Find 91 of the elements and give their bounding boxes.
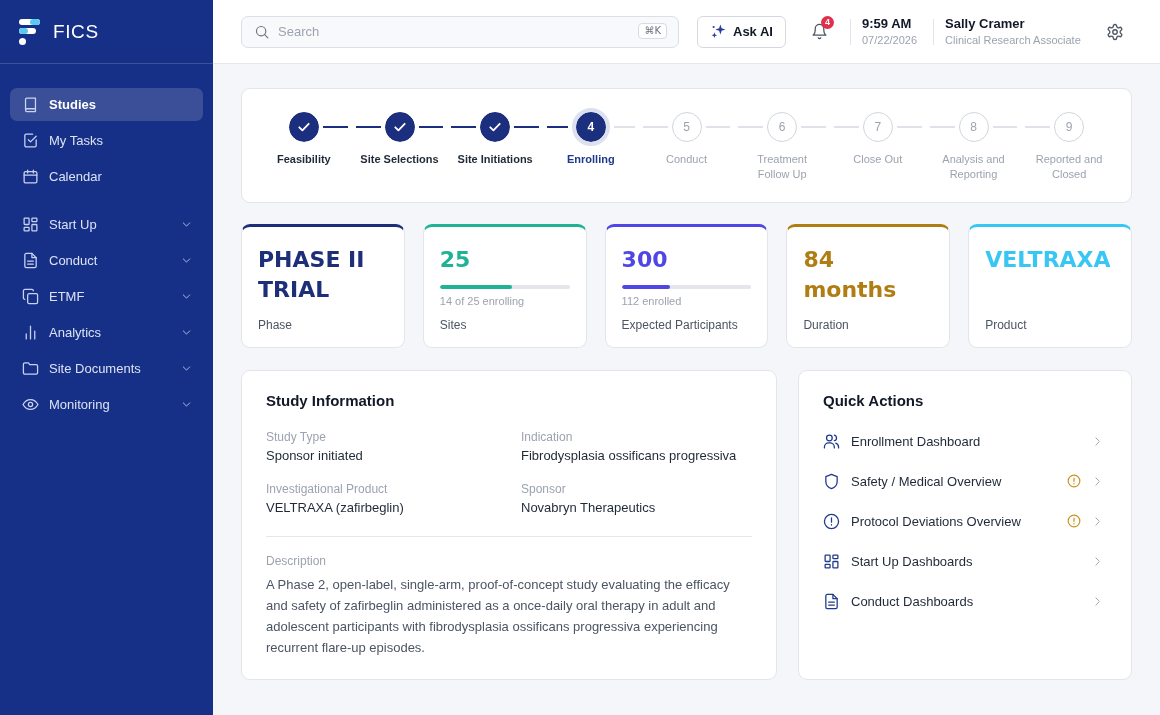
- user-name: Sally Cramer: [945, 15, 1026, 32]
- chevron-down-icon: [181, 327, 192, 338]
- stat-label: Duration: [803, 317, 850, 333]
- people-icon: [823, 432, 840, 450]
- warning-icon: [1067, 474, 1081, 488]
- app-name: FICS: [53, 20, 99, 43]
- card-title: Quick Actions: [823, 391, 925, 411]
- eye-icon: [22, 396, 39, 413]
- copy-icon: [22, 288, 39, 305]
- sidebar-item[interactable]: My Tasks: [10, 124, 203, 157]
- stat-value: VELTRAXA: [985, 246, 1112, 274]
- user-role: Clinical Research Associate: [945, 32, 1081, 48]
- stat-value: 25: [439, 246, 472, 274]
- field-value: Sponsor initiated: [266, 447, 364, 465]
- notification-count: 4: [821, 16, 834, 29]
- step-label: Reported and Closed: [1034, 152, 1104, 182]
- sidebar-item[interactable]: Monitoring: [10, 388, 203, 421]
- field-label: Study Type: [266, 429, 327, 445]
- shield-icon: [823, 472, 840, 490]
- document-icon: [22, 252, 39, 269]
- step-label: Site Initiations: [457, 152, 533, 167]
- step-label: Enrolling: [567, 152, 615, 167]
- field-value: Novabryn Therapeutics: [521, 499, 657, 517]
- stat-label: Sites: [439, 317, 468, 333]
- field-value: VELTRAXA (zafirbeglin): [266, 499, 405, 517]
- checkbox-icon: [22, 132, 39, 149]
- step-number: 4: [571, 108, 610, 146]
- chevron-down-icon: [181, 363, 192, 374]
- sidebar-item[interactable]: Calendar: [10, 160, 203, 193]
- sparkle-icon: [711, 24, 726, 39]
- stat-value: PHASE II TRIAL: [258, 246, 366, 304]
- grid-icon: [22, 216, 39, 233]
- calendar-icon: [22, 168, 39, 185]
- field-label: Investigational Product: [266, 481, 389, 497]
- stat-label: Product: [985, 317, 1028, 333]
- sidebar-item[interactable]: Studies: [10, 88, 203, 121]
- search-icon: [255, 24, 269, 39]
- step-label: Close Out: [853, 152, 903, 167]
- step-number: 5: [671, 112, 702, 142]
- chevron-down-icon: [181, 291, 192, 302]
- chevron-right-icon: [1092, 555, 1103, 567]
- quick-action-link[interactable]: Start Up Dashboards: [823, 541, 1103, 581]
- step-number: 7: [862, 112, 893, 142]
- grid-icon: [823, 552, 840, 570]
- description-text: A Phase 2, open-label, single-arm, proof-of-concept study evaluating the efficacy and safety of zafirbeglin administered as a once-daily oral therapy in adult and adolescent participants with fibrodysplasia ossificans progressiva experiencing recurrent flare-up episodes.: [266, 576, 731, 657]
- step-label: Conduct: [666, 152, 707, 167]
- chevron-down-icon: [181, 399, 192, 410]
- progress-caption: 14 of 25 enrolling: [439, 294, 526, 308]
- sidebar-item[interactable]: Start Up: [10, 208, 203, 241]
- clock-date: 07/22/2026: [862, 32, 918, 48]
- quick-action-link[interactable]: Enrollment Dashboard: [823, 421, 1103, 461]
- field-label: Indication: [521, 429, 574, 445]
- chevron-down-icon: [181, 255, 192, 266]
- bell-icon[interactable]: [811, 23, 828, 40]
- folder-icon: [22, 360, 39, 377]
- quick-action-link[interactable]: Conduct Dashboards: [823, 581, 1103, 621]
- chevron-right-icon: [1092, 435, 1103, 447]
- sidebar-item[interactable]: ETMF: [10, 280, 203, 313]
- settings-icon[interactable]: [1106, 22, 1124, 41]
- logo-icon: [19, 18, 40, 45]
- document-icon: [823, 592, 840, 610]
- stat-label: Phase: [258, 317, 294, 333]
- step-label: Feasibility: [276, 152, 331, 167]
- stat-value: 84 months: [803, 246, 898, 304]
- card-title: Study Information: [266, 391, 396, 411]
- sidebar-item[interactable]: Conduct: [10, 244, 203, 277]
- step-number: 6: [767, 112, 798, 142]
- step-label: Treatment Follow Up: [756, 152, 808, 182]
- field-label: Sponsor: [521, 481, 567, 497]
- step-number: 8: [958, 112, 989, 142]
- field-value: Fibrodysplasia ossificans progressiva: [521, 447, 738, 465]
- clock-time: 9:59 AM: [862, 15, 913, 32]
- sidebar-item[interactable]: Site Documents: [10, 352, 203, 385]
- chevron-right-icon: [1092, 595, 1103, 607]
- exclamation-circle-icon: [823, 512, 840, 530]
- stat-value: 300: [621, 246, 669, 274]
- chevron-right-icon: [1092, 515, 1103, 527]
- sidebar-item[interactable]: Analytics: [10, 316, 203, 349]
- book-icon: [22, 96, 39, 113]
- stat-label: Expected Participants: [621, 317, 739, 333]
- quick-action-link[interactable]: Protocol Deviations Overview: [823, 501, 1103, 541]
- step-number: 9: [1054, 112, 1085, 142]
- step-label: Site Selections: [360, 152, 439, 167]
- ask-ai-button[interactable]: Ask AI: [697, 15, 786, 48]
- chevron-down-icon: [181, 219, 192, 230]
- quick-action-link[interactable]: Safety / Medical Overview: [823, 461, 1103, 501]
- progress-caption: 112 enrolled: [621, 294, 683, 308]
- warning-icon: [1067, 514, 1081, 528]
- field-label: Description: [266, 553, 328, 569]
- step-label: Analysis and Reporting: [941, 152, 1006, 182]
- chevron-right-icon: [1092, 475, 1103, 487]
